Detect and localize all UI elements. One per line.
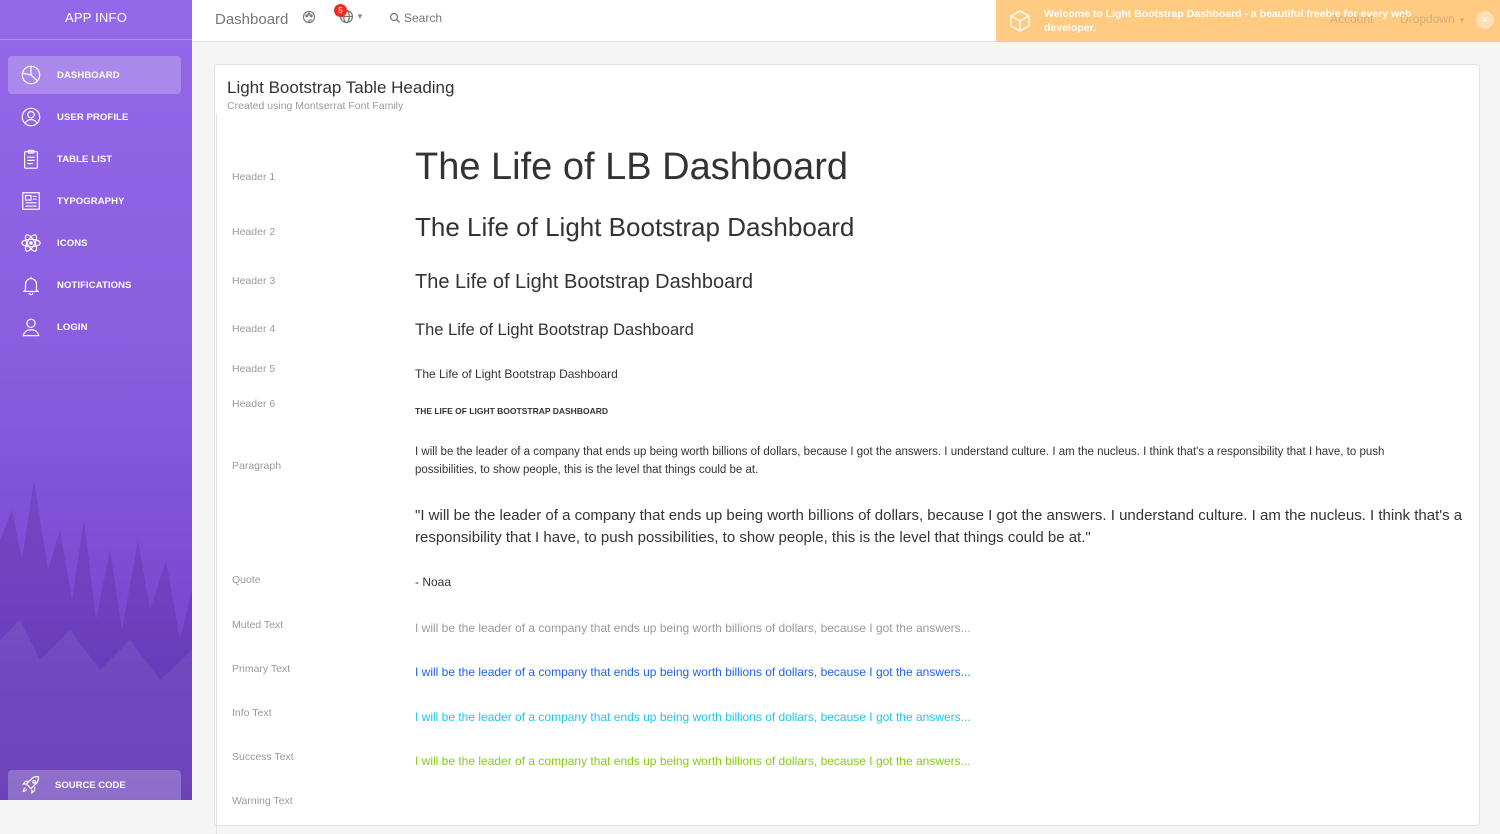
sidebar: APP INFO DASHBOARD USER PROFILE TABLE LI… [0, 0, 192, 800]
row-label-primary: Primary Text [232, 663, 291, 675]
card-title: Light Bootstrap Table Heading [227, 78, 455, 97]
sidebar-nav: DASHBOARD USER PROFILE TABLE LIST TYPOGR… [0, 40, 192, 346]
sidebar-item-label: DASHBOARD [57, 69, 120, 81]
sidebar-item-label: TABLE LIST [57, 153, 113, 165]
bell-icon [19, 273, 43, 297]
row-label-quote: Quote [232, 574, 261, 586]
sidebar-item-label: LOGIN [57, 321, 88, 333]
clipboard-icon [19, 147, 43, 171]
row-label-header2: Header 2 [232, 226, 276, 238]
quote-author: - Noaa [415, 575, 452, 589]
chevron-down-icon: ▼ [356, 12, 364, 21]
card-header: Light Bootstrap Table Heading Created us… [227, 78, 454, 112]
sidebar-item-label: USER PROFILE [57, 111, 129, 123]
notification-badge: 5 [334, 4, 347, 17]
sidebar-item-login[interactable]: LOGIN [8, 308, 181, 346]
sidebar-item-source-code[interactable]: SOURCE CODE [8, 770, 181, 800]
typography-table: Header 1 The Life of LB Dashboard Header… [216, 114, 1479, 834]
search-icon [389, 12, 400, 23]
typography-card: Light Bootstrap Table Heading Created us… [214, 64, 1480, 834]
user-circle-icon [19, 105, 43, 129]
row-label-muted: Muted Text [232, 619, 284, 631]
header2-sample: The Life of Light Bootstrap Dashboard [415, 212, 855, 242]
row-label-paragraph: Paragraph [232, 460, 282, 472]
sidebar-item-typography[interactable]: TYPOGRAPHY [8, 182, 181, 220]
news-paper-icon [19, 189, 43, 213]
header1-sample: The Life of LB Dashboard [415, 146, 849, 188]
sidebar-item-dashboard[interactable]: DASHBOARD [8, 56, 181, 94]
dropdown-label: Dropdown [1400, 12, 1455, 26]
palette-icon[interactable] [302, 10, 316, 29]
pie-chart-icon [19, 63, 43, 87]
primary-text-sample: I will be the leader of a company that e… [415, 665, 971, 679]
row-label-header4: Header 4 [232, 323, 276, 335]
row-label-header5: Header 5 [232, 363, 276, 375]
header6-sample: The Life of Light Bootstrap Dashboard [415, 406, 608, 416]
row-label-header6: Header 6 [232, 398, 276, 410]
page-title[interactable]: Dashboard [215, 11, 288, 28]
muted-text-sample: I will be the leader of a company that e… [415, 621, 971, 635]
header4-sample: The Life of Light Bootstrap Dashboard [415, 321, 694, 339]
header5-sample: The Life of Light Bootstrap Dashboard [415, 367, 618, 381]
success-text-sample: I will be the leader of a company that e… [415, 754, 971, 768]
box-icon [1008, 9, 1032, 38]
sidebar-item-notifications[interactable]: NOTIFICATIONS [8, 266, 181, 304]
chevron-down-icon: ▼ [1458, 16, 1466, 25]
info-text-sample: I will be the leader of a company that e… [415, 710, 971, 724]
row-label-warning: Warning Text [232, 795, 293, 807]
sidebar-item-label: TYPOGRAPHY [57, 195, 125, 207]
card-subtitle: Created using Montserrat Font Family [227, 100, 404, 112]
search-link[interactable]: Search [389, 11, 442, 25]
rocket-icon [19, 773, 43, 797]
source-code-label: SOURCE CODE [55, 779, 126, 791]
row-label-header3: Header 3 [232, 275, 276, 287]
atom-icon [19, 231, 43, 255]
row-label-info: Info Text [232, 707, 272, 719]
dropdown-link[interactable]: Dropdown ▼ [1400, 12, 1466, 26]
row-label-header1: Header 1 [232, 171, 276, 183]
sidebar-item-icons[interactable]: ICONS [8, 224, 181, 262]
brand-title[interactable]: APP INFO [0, 0, 192, 40]
header3-sample: The Life of Light Bootstrap Dashboard [415, 271, 753, 293]
user-icon [19, 315, 43, 339]
close-button[interactable]: × [1476, 11, 1494, 29]
account-link[interactable]: Account [1330, 12, 1373, 26]
row-label-success: Success Text [232, 751, 294, 763]
sidebar-item-label: NOTIFICATIONS [57, 279, 132, 291]
quote-sample: "I will be the leader of a company that … [415, 507, 1463, 546]
search-label: Search [404, 11, 443, 25]
sidebar-item-table-list[interactable]: TABLE LIST [8, 140, 181, 178]
sidebar-item-user-profile[interactable]: USER PROFILE [8, 98, 181, 136]
notification-toast: Welcome to Light Bootstrap Dashboard - a… [996, 0, 1500, 42]
paragraph-sample: I will be the leader of a company that e… [415, 446, 1385, 476]
forest-background-image [0, 480, 192, 800]
sidebar-item-label: ICONS [57, 237, 88, 249]
